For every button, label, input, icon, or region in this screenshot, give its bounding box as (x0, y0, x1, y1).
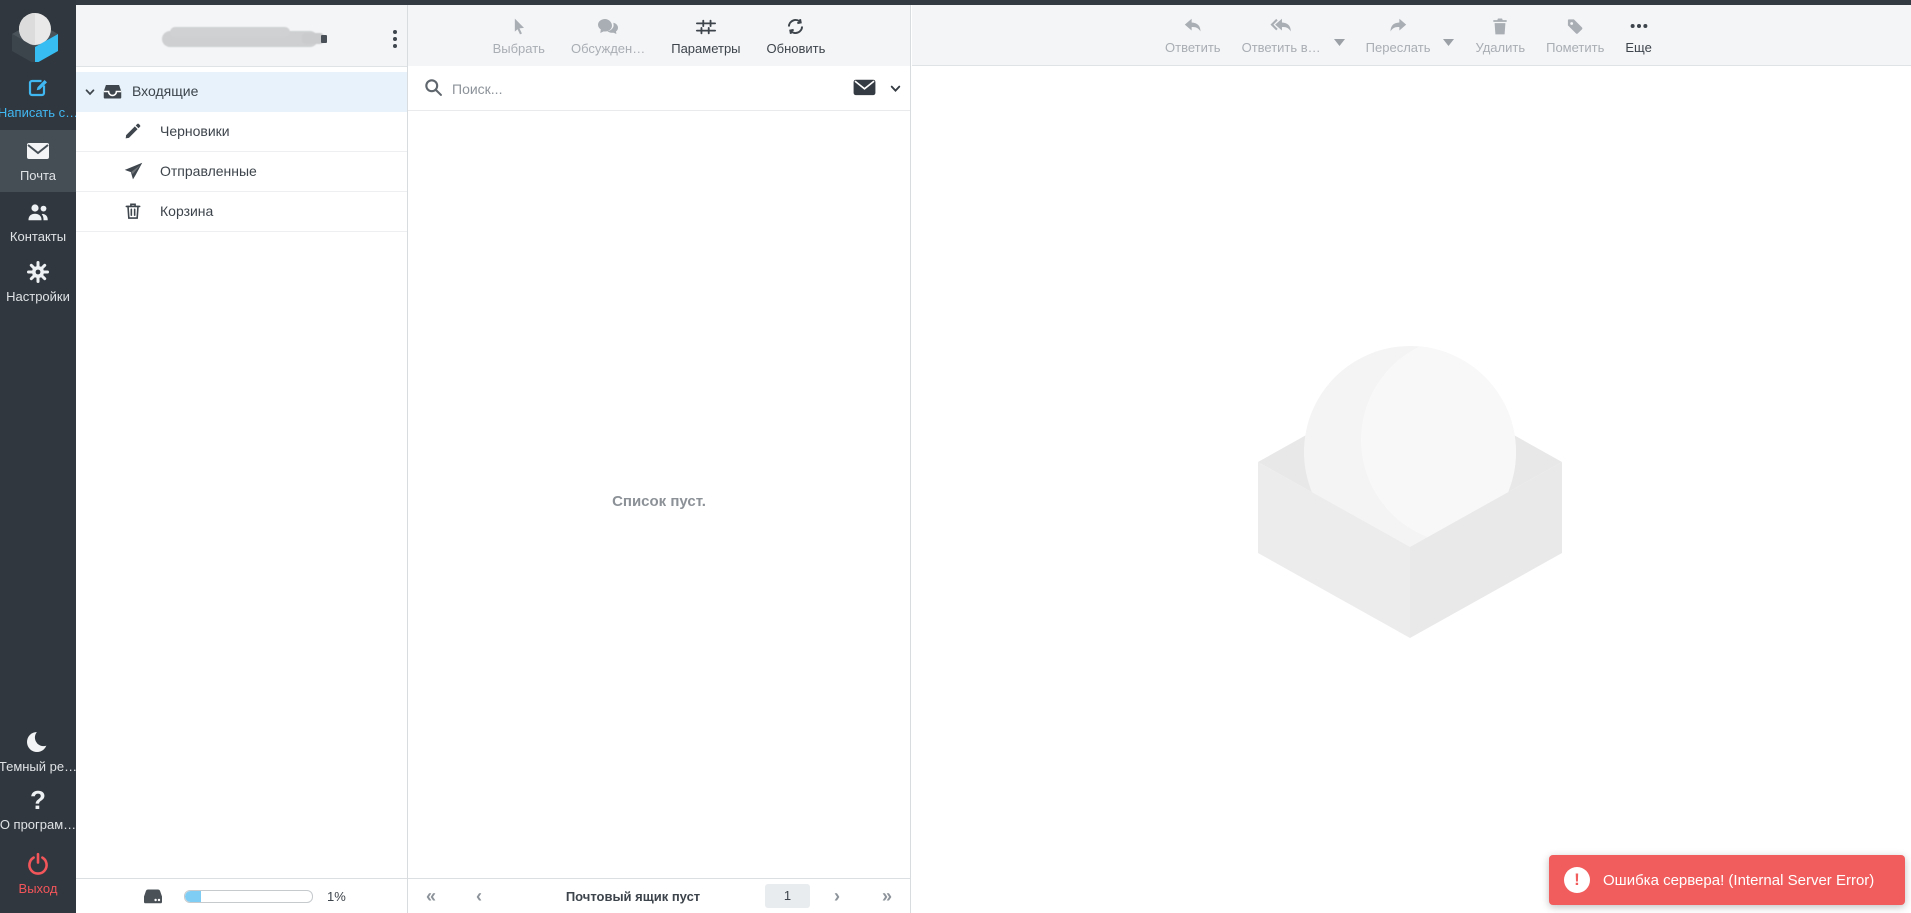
roundcube-logo (8, 8, 62, 62)
prev-page-button[interactable]: ‹ (476, 884, 482, 908)
folder-row-inbox[interactable]: Входящие (76, 72, 407, 112)
envelope-icon[interactable] (852, 77, 877, 97)
delete-icon (1490, 15, 1510, 37)
reply-all-button[interactable]: Ответить в… (1242, 15, 1321, 55)
quota-progressbar (184, 890, 313, 903)
next-page-button[interactable]: › (834, 884, 840, 908)
more-button[interactable]: Еще (1625, 15, 1651, 55)
threads-button[interactable]: Обсужден… (571, 16, 645, 56)
storage-drive-icon (140, 885, 166, 907)
forward-menu-caret[interactable] (1443, 38, 1454, 46)
sidebar-item-label: Написать с… (0, 105, 76, 120)
sidebar-item-contacts[interactable]: Контакты (0, 192, 76, 252)
roundcube-watermark (1255, 332, 1565, 638)
sidebar-item-about[interactable]: ? О програм… (0, 781, 76, 839)
moon-icon (26, 730, 50, 754)
options-button[interactable]: Параметры (671, 16, 740, 56)
account-email-redacted (162, 31, 318, 47)
quota-footer: 1% (76, 878, 407, 913)
sidebar-item-settings[interactable]: Настройки (0, 252, 76, 312)
paper-plane-icon (123, 161, 144, 182)
page-number-input[interactable]: 1 (765, 884, 810, 908)
chevron-down-icon[interactable] (84, 86, 96, 98)
message-list-pane: Выбрать Обсужден… (408, 5, 911, 913)
message-toolbar: Ответить Ответить в… (912, 5, 1911, 66)
folder-name: Отправленные (160, 163, 257, 179)
folder-name: Корзина (160, 203, 213, 219)
sidebar-item-label: Контакты (10, 229, 66, 244)
reply-all-menu-caret[interactable] (1334, 38, 1345, 46)
forward-icon (1387, 15, 1409, 37)
kebab-menu-icon[interactable] (386, 27, 404, 51)
sidebar-item-label: Настройки (6, 289, 70, 304)
empty-list-message: Список пуст. (408, 493, 910, 510)
account-header (76, 5, 407, 67)
list-toolbar: Выбрать Обсужден… (408, 5, 910, 67)
app-sidebar: Написать с… Почта Контакты (0, 0, 76, 913)
reply-icon (1182, 15, 1204, 37)
quota-progress-fill (185, 891, 201, 902)
refresh-button[interactable]: Обновить (767, 16, 826, 56)
inbox-icon (102, 81, 123, 102)
quota-percent: 1% (327, 889, 346, 904)
folder-row-trash[interactable]: Корзина (76, 192, 407, 232)
sidebar-item-logout[interactable]: Выход (0, 843, 76, 905)
search-bar[interactable] (408, 66, 910, 111)
contacts-icon (25, 200, 51, 224)
sidebar-item-mail[interactable]: Почта (0, 130, 76, 192)
folder-name: Черновики (160, 123, 230, 139)
folder-name: Входящие (132, 83, 198, 99)
pencil-icon (123, 121, 143, 141)
refresh-icon (785, 16, 806, 38)
search-input[interactable] (450, 72, 834, 106)
select-button[interactable]: Выбрать (493, 16, 545, 56)
threads-bubbles-icon (596, 16, 620, 38)
sidebar-item-label: Выход (19, 881, 58, 896)
compose-icon (26, 76, 50, 100)
error-exclamation-icon: ! (1564, 867, 1590, 893)
mail-icon (25, 139, 51, 163)
redaction-artifact (321, 35, 327, 43)
sidebar-item-label: Темный ре… (0, 759, 76, 774)
options-sliders-icon (695, 16, 717, 38)
webmail-window: Написать с… Почта Контакты (0, 0, 1911, 913)
error-toast[interactable]: ! Ошибка сервера! (Internal Server Error… (1549, 855, 1905, 905)
mark-button[interactable]: Пометить (1546, 15, 1604, 55)
folder-pane: Входящие Черновики Отп (76, 5, 408, 913)
folder-list: Входящие Черновики Отп (76, 72, 407, 232)
reply-all-icon (1269, 15, 1294, 37)
mailbox-status-text: Почтовый ящик пуст (493, 889, 773, 904)
message-pane: Ответить Ответить в… (912, 5, 1911, 913)
sidebar-item-label: О програм… (0, 817, 76, 832)
list-pagination-footer: « ‹ Почтовый ящик пуст 1 › » (408, 878, 910, 913)
sidebar-item-compose[interactable]: Написать с… (0, 68, 76, 128)
reply-button[interactable]: Ответить (1165, 15, 1221, 55)
tag-icon (1565, 15, 1585, 37)
question-icon: ? (30, 788, 46, 812)
folder-row-drafts[interactable]: Черновики (76, 112, 407, 152)
search-scope-chevron-icon[interactable] (889, 82, 902, 95)
delete-button[interactable]: Удалить (1475, 15, 1525, 55)
search-icon (423, 77, 444, 98)
first-page-button[interactable]: « (426, 884, 436, 908)
power-icon (26, 852, 50, 876)
forward-button[interactable]: Переслать (1366, 15, 1431, 55)
select-cursor-icon (509, 16, 529, 38)
folder-row-sent[interactable]: Отправленные (76, 152, 407, 192)
sidebar-item-label: Почта (20, 168, 56, 183)
sidebar-item-dark-mode[interactable]: Темный ре… (0, 723, 76, 781)
settings-icon (26, 260, 50, 284)
more-icon (1628, 15, 1650, 37)
last-page-button[interactable]: » (882, 884, 892, 908)
error-toast-message: Ошибка сервера! (Internal Server Error) (1603, 872, 1874, 889)
trash-icon (123, 201, 143, 221)
